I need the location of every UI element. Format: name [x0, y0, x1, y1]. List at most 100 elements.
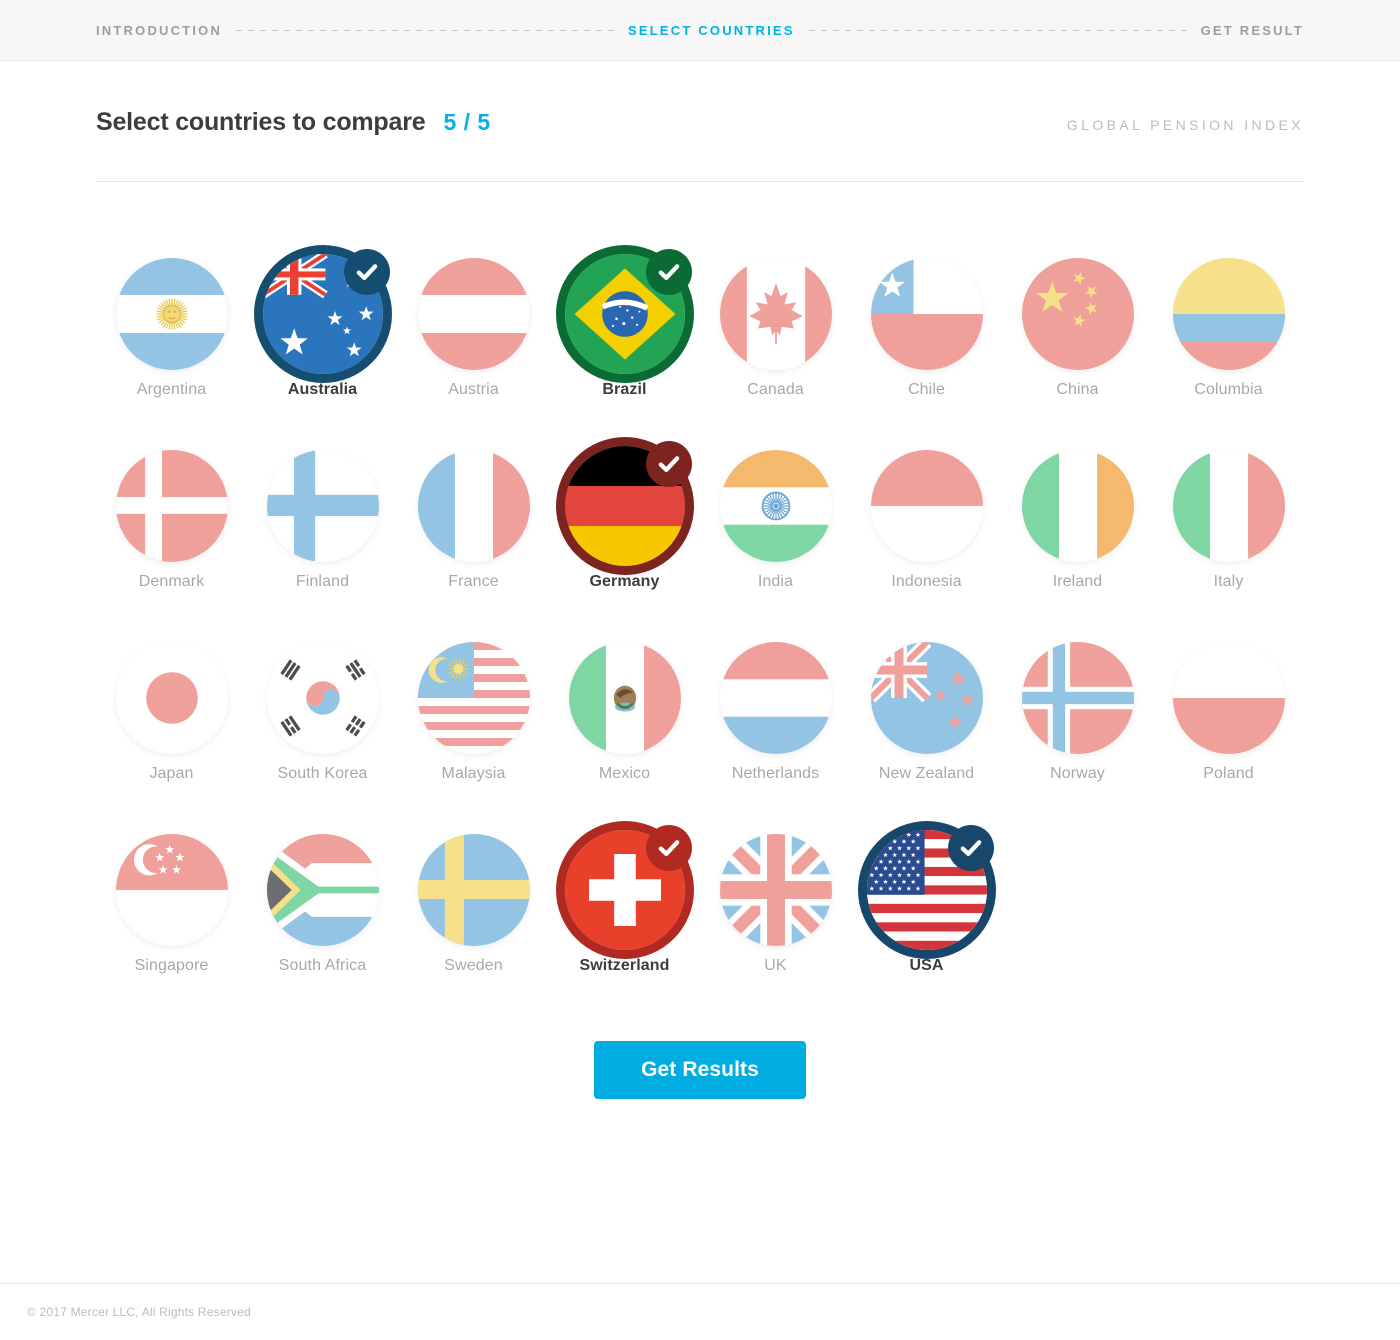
- flag-columbia-icon[interactable]: [1172, 258, 1285, 370]
- country-option-southkorea[interactable]: South Korea: [247, 623, 398, 783]
- country-flag-wrap[interactable]: [1154, 239, 1304, 389]
- country-flag-wrap[interactable]: [97, 815, 247, 965]
- country-flag-wrap[interactable]: [248, 815, 398, 965]
- check-icon: [645, 825, 692, 871]
- flag-chile-icon[interactable]: [870, 258, 983, 370]
- country-option-switzerland[interactable]: Switzerland: [549, 815, 700, 975]
- country-option-chile[interactable]: Chile: [851, 239, 1002, 399]
- country-flag-wrap[interactable]: [248, 239, 398, 389]
- country-option-argentina[interactable]: Argentina: [96, 239, 247, 399]
- header-divider: [96, 181, 1304, 182]
- flag-france-icon[interactable]: [417, 450, 530, 562]
- page-header-left: Select countries to compare 5 / 5: [96, 108, 491, 137]
- flag-indonesia-icon[interactable]: [870, 450, 983, 562]
- country-flag-wrap[interactable]: [1154, 623, 1304, 773]
- country-flag-wrap[interactable]: [97, 623, 247, 773]
- country-option-indonesia[interactable]: Indonesia: [851, 431, 1002, 591]
- country-flag-wrap[interactable]: [399, 815, 549, 965]
- country-option-columbia[interactable]: Columbia: [1153, 239, 1304, 399]
- country-option-india[interactable]: India: [700, 431, 851, 591]
- country-flag-wrap[interactable]: [550, 239, 700, 389]
- country-flag-wrap[interactable]: [399, 623, 549, 773]
- country-flag-wrap[interactable]: [701, 623, 851, 773]
- flag-malaysia-icon[interactable]: [417, 642, 530, 754]
- country-flag-wrap[interactable]: [701, 431, 851, 581]
- check-icon: [645, 441, 692, 487]
- country-flag-wrap[interactable]: [1003, 431, 1153, 581]
- country-option-poland[interactable]: Poland: [1153, 623, 1304, 783]
- flag-china-icon[interactable]: [1021, 258, 1134, 370]
- brand-label: GLOBAL PENSION INDEX: [1066, 117, 1304, 133]
- country-option-uk[interactable]: UK: [700, 815, 851, 975]
- country-option-mexico[interactable]: Mexico: [549, 623, 700, 783]
- flag-southkorea-icon[interactable]: [266, 642, 379, 754]
- country-flag-wrap[interactable]: [701, 815, 851, 965]
- flag-japan-icon[interactable]: [115, 642, 228, 754]
- country-option-canada[interactable]: Canada: [700, 239, 851, 399]
- flag-italy-icon[interactable]: [1172, 450, 1285, 562]
- country-flag-wrap[interactable]: [399, 239, 549, 389]
- country-flag-wrap[interactable]: [701, 239, 851, 389]
- get-results-button[interactable]: Get Results: [594, 1041, 806, 1099]
- country-option-finland[interactable]: Finland: [247, 431, 398, 591]
- selection-counter: 5 / 5: [443, 109, 491, 135]
- flag-argentina-icon[interactable]: [115, 258, 228, 370]
- country-option-sweden[interactable]: Sweden: [398, 815, 549, 975]
- country-flag-wrap[interactable]: [550, 815, 700, 965]
- country-option-brazil[interactable]: Brazil: [549, 239, 700, 399]
- country-flag-wrap[interactable]: [248, 431, 398, 581]
- country-flag-wrap[interactable]: [97, 239, 247, 389]
- country-option-germany[interactable]: Germany: [549, 431, 700, 591]
- flag-sweden-icon[interactable]: [417, 834, 530, 946]
- breadcrumb-step-introduction[interactable]: INTRODUCTION: [96, 23, 222, 38]
- country-flag-wrap[interactable]: [852, 431, 1002, 581]
- country-flag-wrap[interactable]: [97, 431, 247, 581]
- country-flag-wrap[interactable]: [852, 815, 1002, 965]
- country-flag-wrap[interactable]: [1154, 431, 1304, 581]
- breadcrumb-step-get-result[interactable]: GET RESULT: [1201, 23, 1304, 38]
- country-option-malaysia[interactable]: Malaysia: [398, 623, 549, 783]
- country-option-singapore[interactable]: Singapore: [96, 815, 247, 975]
- country-option-southafrica[interactable]: South Africa: [247, 815, 398, 975]
- flag-austria-icon[interactable]: [417, 258, 530, 370]
- breadcrumb-step-select-countries[interactable]: SELECT COUNTRIES: [628, 23, 795, 38]
- country-flag-wrap[interactable]: [550, 431, 700, 581]
- country-option-norway[interactable]: Norway: [1002, 623, 1153, 783]
- check-icon: [947, 825, 994, 871]
- flag-netherlands-icon[interactable]: [719, 642, 832, 754]
- country-flag-wrap[interactable]: [248, 623, 398, 773]
- country-option-japan[interactable]: Japan: [96, 623, 247, 783]
- flag-finland-icon[interactable]: [266, 450, 379, 562]
- country-option-denmark[interactable]: Denmark: [96, 431, 247, 591]
- country-option-usa[interactable]: USA: [851, 815, 1002, 975]
- flag-ireland-icon[interactable]: [1021, 450, 1134, 562]
- flag-southafrica-icon[interactable]: [266, 834, 379, 946]
- breadcrumb-connector-1: [236, 29, 615, 31]
- country-flag-wrap[interactable]: [852, 239, 1002, 389]
- flag-singapore-icon[interactable]: [115, 834, 228, 946]
- flag-poland-icon[interactable]: [1172, 642, 1285, 754]
- country-flag-wrap[interactable]: [550, 623, 700, 773]
- country-flag-wrap[interactable]: [852, 623, 1002, 773]
- country-flag-wrap[interactable]: [1003, 239, 1153, 389]
- flag-canada-icon[interactable]: [719, 258, 832, 370]
- country-option-austria[interactable]: Austria: [398, 239, 549, 399]
- flag-norway-icon[interactable]: [1021, 642, 1134, 754]
- country-flag-wrap[interactable]: [399, 431, 549, 581]
- flag-newzealand-icon[interactable]: [870, 642, 983, 754]
- country-option-france[interactable]: France: [398, 431, 549, 591]
- country-option-newzealand[interactable]: New Zealand: [851, 623, 1002, 783]
- country-option-australia[interactable]: Australia: [247, 239, 398, 399]
- flag-india-icon[interactable]: [719, 450, 832, 562]
- country-option-italy[interactable]: Italy: [1153, 431, 1304, 591]
- cta-row: Get Results: [96, 1041, 1304, 1099]
- country-option-ireland[interactable]: Ireland: [1002, 431, 1153, 591]
- page-title: Select countries to compare: [96, 108, 426, 136]
- flag-mexico-icon[interactable]: [568, 642, 681, 754]
- country-option-china[interactable]: China: [1002, 239, 1153, 399]
- breadcrumb: INTRODUCTION SELECT COUNTRIES GET RESULT: [0, 0, 1400, 61]
- flag-uk-icon[interactable]: [719, 834, 832, 946]
- country-flag-wrap[interactable]: [1003, 623, 1153, 773]
- country-option-netherlands[interactable]: Netherlands: [700, 623, 851, 783]
- flag-denmark-icon[interactable]: [115, 450, 228, 562]
